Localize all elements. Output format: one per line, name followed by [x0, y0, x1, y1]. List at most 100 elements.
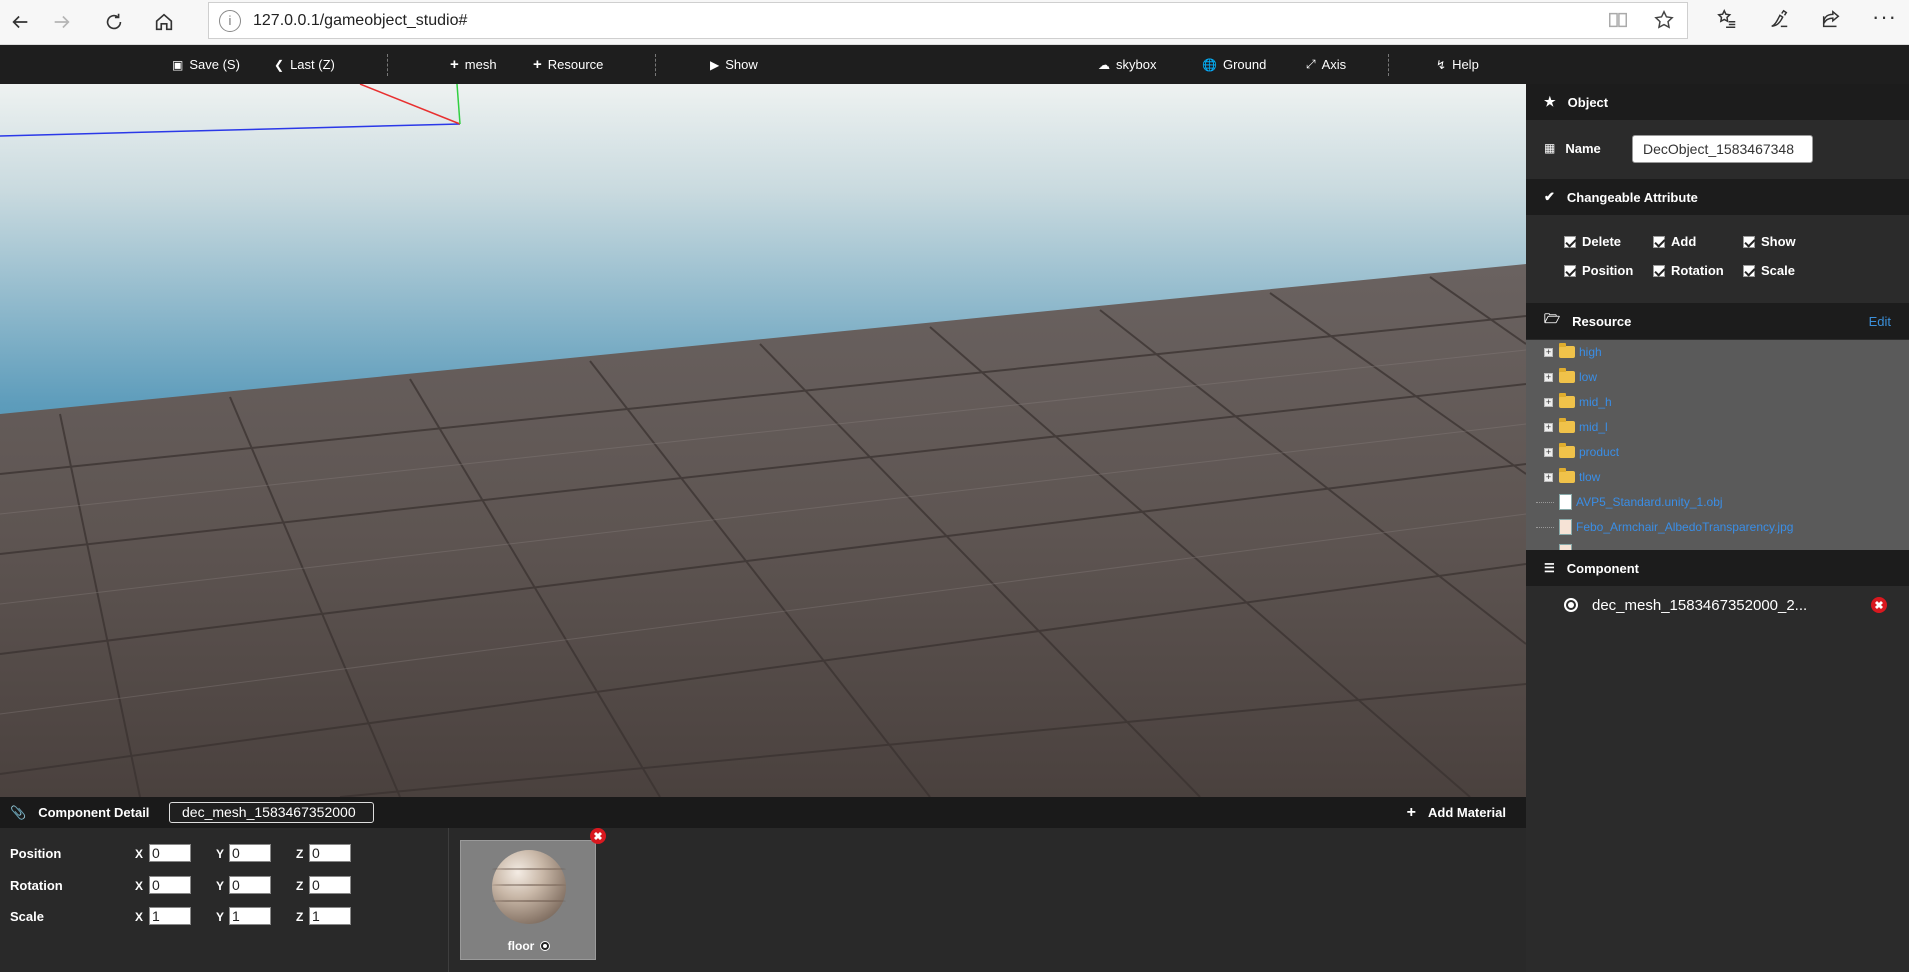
home-icon[interactable] [144, 2, 184, 42]
add-mesh-button[interactable]: + mesh [450, 45, 497, 84]
object-name-input[interactable]: DecObject_1583467348 [1632, 135, 1813, 163]
pen-notes-icon[interactable] [1768, 8, 1790, 35]
tree-folder[interactable]: + low [1526, 367, 1597, 387]
save-button[interactable]: ▣ Save (S) [172, 45, 240, 84]
tree-folder[interactable]: + high [1526, 342, 1602, 362]
more-options-icon[interactable]: ··· [1872, 6, 1897, 35]
expand-icon[interactable]: + [1544, 472, 1553, 482]
add-resource-button[interactable]: + Resource [533, 45, 603, 84]
info-icon[interactable]: i [219, 9, 241, 32]
share-icon[interactable] [1820, 8, 1842, 35]
star-icon: ★ [1544, 94, 1556, 109]
skybox-button[interactable]: ☁ skybox [1098, 45, 1156, 84]
save-icon: ▣ [172, 57, 184, 72]
scene-viewport[interactable] [0, 84, 1526, 797]
check-circle-icon: ✔ [1544, 189, 1555, 204]
folder-icon [1559, 443, 1575, 458]
component-detail-header: 📎 Component Detail dec_mesh_158346735200… [0, 797, 1526, 828]
scale-z-input[interactable]: 1 [309, 907, 351, 925]
rotation-checkbox[interactable]: Rotation [1653, 263, 1724, 278]
tree-folder[interactable]: + product [1526, 442, 1619, 462]
show-checkbox[interactable]: Show [1743, 234, 1796, 249]
play-icon: ▶ [710, 57, 720, 72]
plus-icon: + [450, 56, 459, 73]
pin-icon: ↯ [1436, 57, 1447, 72]
scale-label: Scale [10, 909, 44, 924]
name-row: ▦ Name DecObject_1583467348 [1526, 120, 1909, 176]
expand-icon[interactable]: + [1544, 372, 1553, 382]
rotation-x-input[interactable]: 0 [149, 876, 191, 894]
ground-button[interactable]: 🌐 Ground [1202, 45, 1266, 84]
divider [448, 828, 449, 972]
tree-file[interactable]: Febo_Armchair_AlbedoTransparency.jpg [1526, 517, 1793, 537]
show-button[interactable]: ▶ Show [710, 45, 758, 84]
delete-checkbox[interactable]: Delete [1564, 234, 1621, 249]
tree-file[interactable]: AVP5_Standard.unity_1.obj [1526, 492, 1723, 512]
help-button[interactable]: ↯ Help [1436, 45, 1479, 84]
globe-icon: 🌐 [1202, 57, 1217, 72]
resource-header: 🗁 Resource Edit [1526, 303, 1909, 339]
expand-icon[interactable]: + [1544, 397, 1553, 407]
material-select-radio[interactable] [540, 941, 551, 951]
object-header: ★ Object [1526, 84, 1909, 120]
component-name-input[interactable]: dec_mesh_1583467352000 [169, 802, 374, 823]
scale-x-input[interactable]: 1 [149, 907, 191, 925]
scale-y-input[interactable]: 1 [229, 907, 271, 925]
resource-tree: + high + low + mid_h + mid_l + product + tlow … [1526, 340, 1909, 550]
rotation-y-input[interactable]: 0 [229, 876, 271, 894]
checkbox-icon [1564, 235, 1576, 248]
grid-icon: ▦ [1544, 141, 1556, 155]
position-z-input[interactable]: 0 [309, 844, 351, 862]
delete-component-icon[interactable]: ✖ [1871, 597, 1887, 613]
tree-folder[interactable]: + mid_l [1526, 417, 1608, 437]
editor-toolbar: ▣ Save (S) ❮ Last (Z) + mesh + Resource … [0, 45, 1909, 84]
checkbox-icon [1743, 264, 1755, 277]
position-x-input[interactable]: 0 [149, 844, 191, 862]
rotation-z-input[interactable]: 0 [309, 876, 351, 894]
expand-icon[interactable]: + [1544, 347, 1553, 357]
folder-icon [1559, 368, 1575, 383]
forward-icon[interactable] [42, 2, 82, 42]
folder-icon [1559, 393, 1575, 408]
material-card[interactable]: floor [460, 840, 596, 960]
address-bar[interactable]: i 127.0.0.1/gameobject_studio# [208, 2, 1688, 39]
add-checkbox[interactable]: Add [1653, 234, 1696, 249]
position-y-input[interactable]: 0 [229, 844, 271, 862]
last-button[interactable]: ❮ Last (Z) [274, 45, 335, 84]
scale-checkbox[interactable]: Scale [1743, 263, 1795, 278]
material-name: floor [507, 939, 535, 953]
component-header: ☰ Component [1526, 550, 1909, 586]
expand-icon[interactable]: + [1544, 447, 1553, 457]
component-item[interactable]: dec_mesh_1583467352000_2... ✖ [1526, 589, 1909, 621]
checkbox-icon [1564, 264, 1576, 277]
favorites-list-icon[interactable] [1716, 8, 1738, 35]
toolbar-divider [655, 54, 656, 76]
image-file-icon [1559, 519, 1572, 535]
add-material-button[interactable]: + Add Material [1407, 797, 1506, 828]
rotation-label: Rotation [10, 878, 63, 893]
favorite-star-icon[interactable] [1653, 9, 1675, 36]
reading-view-icon[interactable] [1607, 9, 1629, 36]
back-icon[interactable] [0, 2, 40, 42]
expand-icon: ⤢ [1306, 57, 1316, 71]
attribute-header: ✔ Changeable Attribute [1526, 179, 1909, 215]
chevron-left-icon: ❮ [274, 57, 285, 72]
folder-open-icon: 🗁 [1544, 311, 1561, 326]
delete-material-icon[interactable]: ✖ [590, 828, 606, 844]
tree-file [1526, 542, 1576, 550]
folder-icon [1559, 468, 1575, 483]
edit-link[interactable]: Edit [1869, 314, 1891, 329]
component-detail-body: Position X 0 Y 0 Z 0 Rotation X 0 Y 0 Z … [0, 828, 1526, 972]
checkbox-icon [1653, 235, 1665, 248]
expand-icon[interactable]: + [1544, 422, 1553, 432]
plus-icon: + [533, 56, 542, 73]
checkbox-icon [1653, 264, 1665, 277]
tree-folder[interactable]: + tlow [1526, 467, 1600, 487]
tree-folder[interactable]: + mid_h [1526, 392, 1612, 412]
radio-selected-icon[interactable] [1564, 598, 1578, 612]
axis-button[interactable]: ⤢ Axis [1306, 45, 1346, 84]
position-checkbox[interactable]: Position [1564, 263, 1633, 278]
plus-icon: + [1406, 803, 1416, 821]
refresh-icon[interactable] [94, 2, 134, 42]
paperclip-icon: 📎 [10, 804, 27, 820]
